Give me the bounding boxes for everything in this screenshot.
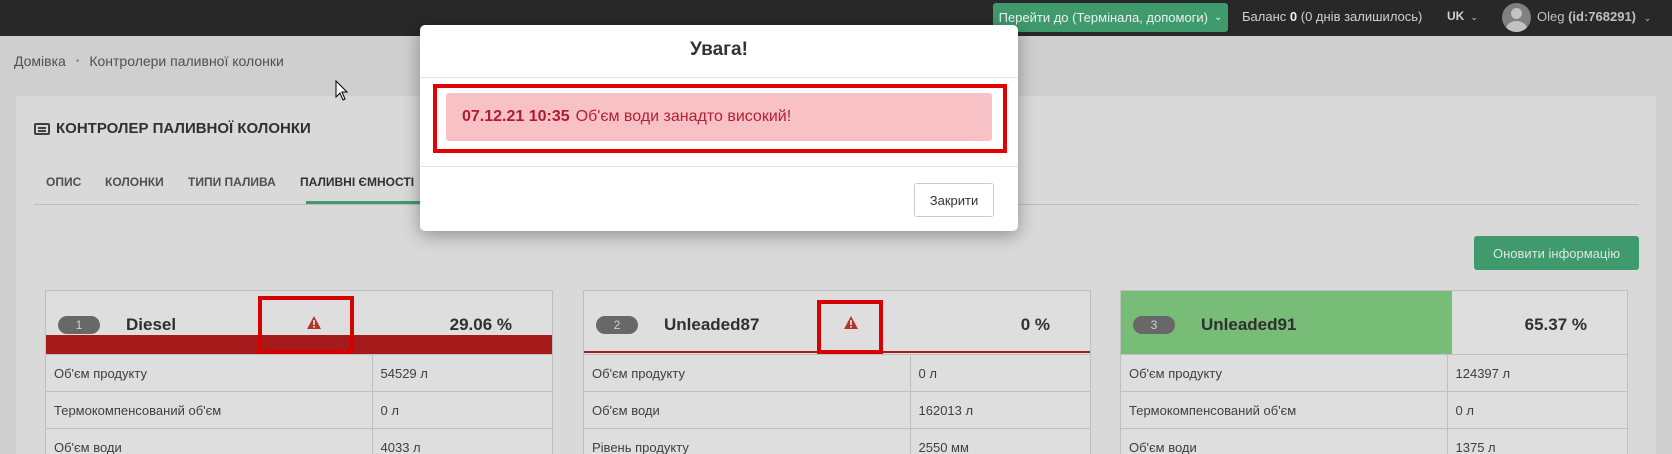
alert-modal: Увага! 07.12.21 10:35 Об'єм води занадто…: [420, 25, 1018, 231]
modal-title: Увага!: [690, 39, 748, 60]
close-button[interactable]: Закрити: [914, 183, 994, 217]
divider: [420, 166, 1018, 167]
highlight-box-alert: [433, 84, 1007, 153]
divider: [420, 77, 1018, 78]
mouse-cursor-icon: [335, 80, 349, 101]
